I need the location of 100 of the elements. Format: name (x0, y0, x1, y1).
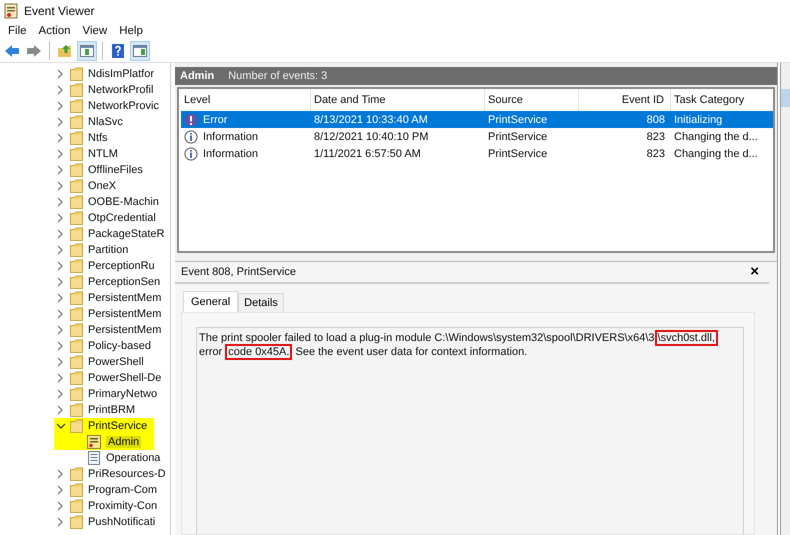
folder-icon (70, 115, 83, 129)
tree-item[interactable]: PushNotificati (88, 516, 156, 528)
folder-icon (70, 227, 83, 241)
menu-item[interactable]: Action (32, 25, 76, 37)
tab[interactable]: General (183, 291, 238, 312)
table-cell-text: 808 (646, 114, 666, 126)
tree-item[interactable]: OneX (88, 180, 116, 192)
table-cell-text: 1/11/2021 6:57:50 AM (313, 148, 422, 160)
tree-item[interactable]: PrintBRM (88, 404, 136, 416)
tree-item[interactable]: OOBE-Machin (88, 196, 159, 208)
table-cell-text: Information (202, 148, 258, 160)
help-icon (110, 43, 126, 59)
tree-item[interactable]: PrimaryNetwo (88, 388, 158, 400)
tree-item[interactable]: NTLM (88, 148, 118, 160)
folder-icon (70, 179, 83, 193)
folder-icon (70, 99, 83, 113)
folder-icon (70, 403, 83, 417)
panel-toggle-icon (132, 43, 148, 59)
menu-item[interactable]: Help (113, 25, 149, 37)
log-name: Admin (180, 70, 214, 82)
tree-item[interactable]: NdisImPlatfor (88, 68, 154, 80)
table-row[interactable]: Information 8/12/2021 10:40:10 PM PrintService 823 Changing the d... (181, 128, 773, 146)
folder-icon (70, 195, 83, 209)
toolbar-button[interactable] (77, 41, 97, 61)
tree-item[interactable]: NetworkProvic (88, 100, 159, 112)
folder-up-icon (57, 43, 73, 59)
tree-item[interactable]: NetworkProfil (88, 84, 154, 96)
table-cell-text: Changing the d... (673, 130, 759, 143)
tree-item[interactable]: PersistentMem (88, 324, 162, 336)
folder-icon (70, 259, 83, 273)
tree-item[interactable]: Program-Com (88, 484, 158, 496)
tree-item[interactable]: PackageStateR (88, 228, 164, 240)
folder-icon (70, 83, 83, 97)
error-icon (184, 112, 198, 127)
table-cell-text: 823 (646, 148, 666, 160)
folder-icon (70, 515, 83, 529)
log-icon (87, 435, 101, 449)
tree-item[interactable]: PowerShell-De (88, 372, 162, 384)
menu-item[interactable]: File (2, 25, 33, 37)
tree-item[interactable]: PowerShell (88, 356, 144, 368)
tree-item[interactable]: Operationa (106, 452, 160, 464)
folder-icon (70, 339, 83, 353)
tree-item[interactable]: PerceptionRu (88, 260, 155, 272)
tree-item[interactable]: PerceptionSen (88, 276, 160, 288)
folder-icon (70, 163, 83, 177)
table-row[interactable]: Error 8/13/2021 10:33:40 AM PrintService 808 Initializing (181, 111, 773, 128)
folder-icon (70, 483, 83, 497)
event-count: Number of events: 3 (228, 70, 328, 82)
folder-icon (70, 355, 83, 369)
event-message: The print spooler failed to load a plug-in module C:\Windows\system32\spool\DRIVERS\x64\3 \svch0st.dll, error code 0x45A. See the event user data for context information. (199, 331, 741, 359)
table-cell-text: 823 (646, 130, 666, 143)
table-cell-text: PrintService (487, 148, 548, 160)
table-cell-text: PrintService (487, 114, 548, 126)
table-row[interactable]: Information 1/11/2021 6:57:50 AM PrintService 823 Changing the d... (181, 145, 773, 162)
table-cell-text: PrintService (487, 130, 548, 143)
tab[interactable]: Details (238, 293, 284, 312)
folder-icon (70, 467, 83, 481)
folder-icon (70, 131, 83, 145)
folder-icon (70, 387, 83, 401)
tree-item[interactable]: OfflineFiles (88, 164, 143, 176)
arrow-left-icon (4, 43, 20, 59)
tree-item[interactable]: OtpCredential (88, 212, 156, 224)
folder-icon (70, 275, 83, 289)
tree-item[interactable]: PersistentMem (88, 292, 162, 304)
tree-item[interactable]: Proximity-Con (88, 500, 158, 512)
log-icon (87, 451, 101, 465)
tree-item[interactable]: NlaSvc (88, 116, 123, 128)
tree-item[interactable]: Ntfs (88, 132, 108, 144)
folder-icon (70, 307, 83, 321)
folder-icon (70, 291, 83, 305)
table-cell-text: Changing the d... (673, 148, 759, 160)
table-cell-text: Error (202, 114, 228, 126)
tree-item[interactable]: Policy-based (88, 340, 151, 352)
folder-icon (70, 147, 83, 161)
tree-item[interactable]: Partition (88, 244, 128, 256)
folder-icon (70, 211, 83, 225)
window-title: Event Viewer (24, 4, 94, 18)
app-icon (4, 3, 18, 19)
tree-item[interactable]: PriResources-D (88, 468, 166, 480)
table-cell-text: 8/12/2021 10:40:10 PM (313, 130, 430, 143)
folder-icon (70, 371, 83, 385)
close-button[interactable]: × (746, 264, 763, 280)
folder-icon (70, 419, 83, 433)
panel-title: Event 808, PrintService (181, 266, 296, 278)
toolbar-button[interactable] (130, 41, 150, 61)
folder-icon (70, 323, 83, 337)
tree-item[interactable]: PersistentMem (88, 308, 162, 320)
folder-icon (70, 499, 83, 513)
tree-item[interactable]: Admin (106, 436, 142, 448)
panel-toggle-icon (79, 43, 95, 59)
chevron-down-icon[interactable] (56, 421, 66, 431)
table-cell-text: 8/13/2021 10:33:40 AM (313, 114, 429, 126)
arrow-right-icon (26, 43, 42, 59)
info-icon (184, 146, 198, 161)
table-cell-text: Information (202, 130, 258, 143)
info-icon (184, 130, 198, 144)
folder-icon (70, 243, 83, 257)
menu-item[interactable]: View (76, 25, 114, 37)
table-cell-text: Initializing (673, 114, 724, 126)
folder-icon (70, 67, 83, 81)
